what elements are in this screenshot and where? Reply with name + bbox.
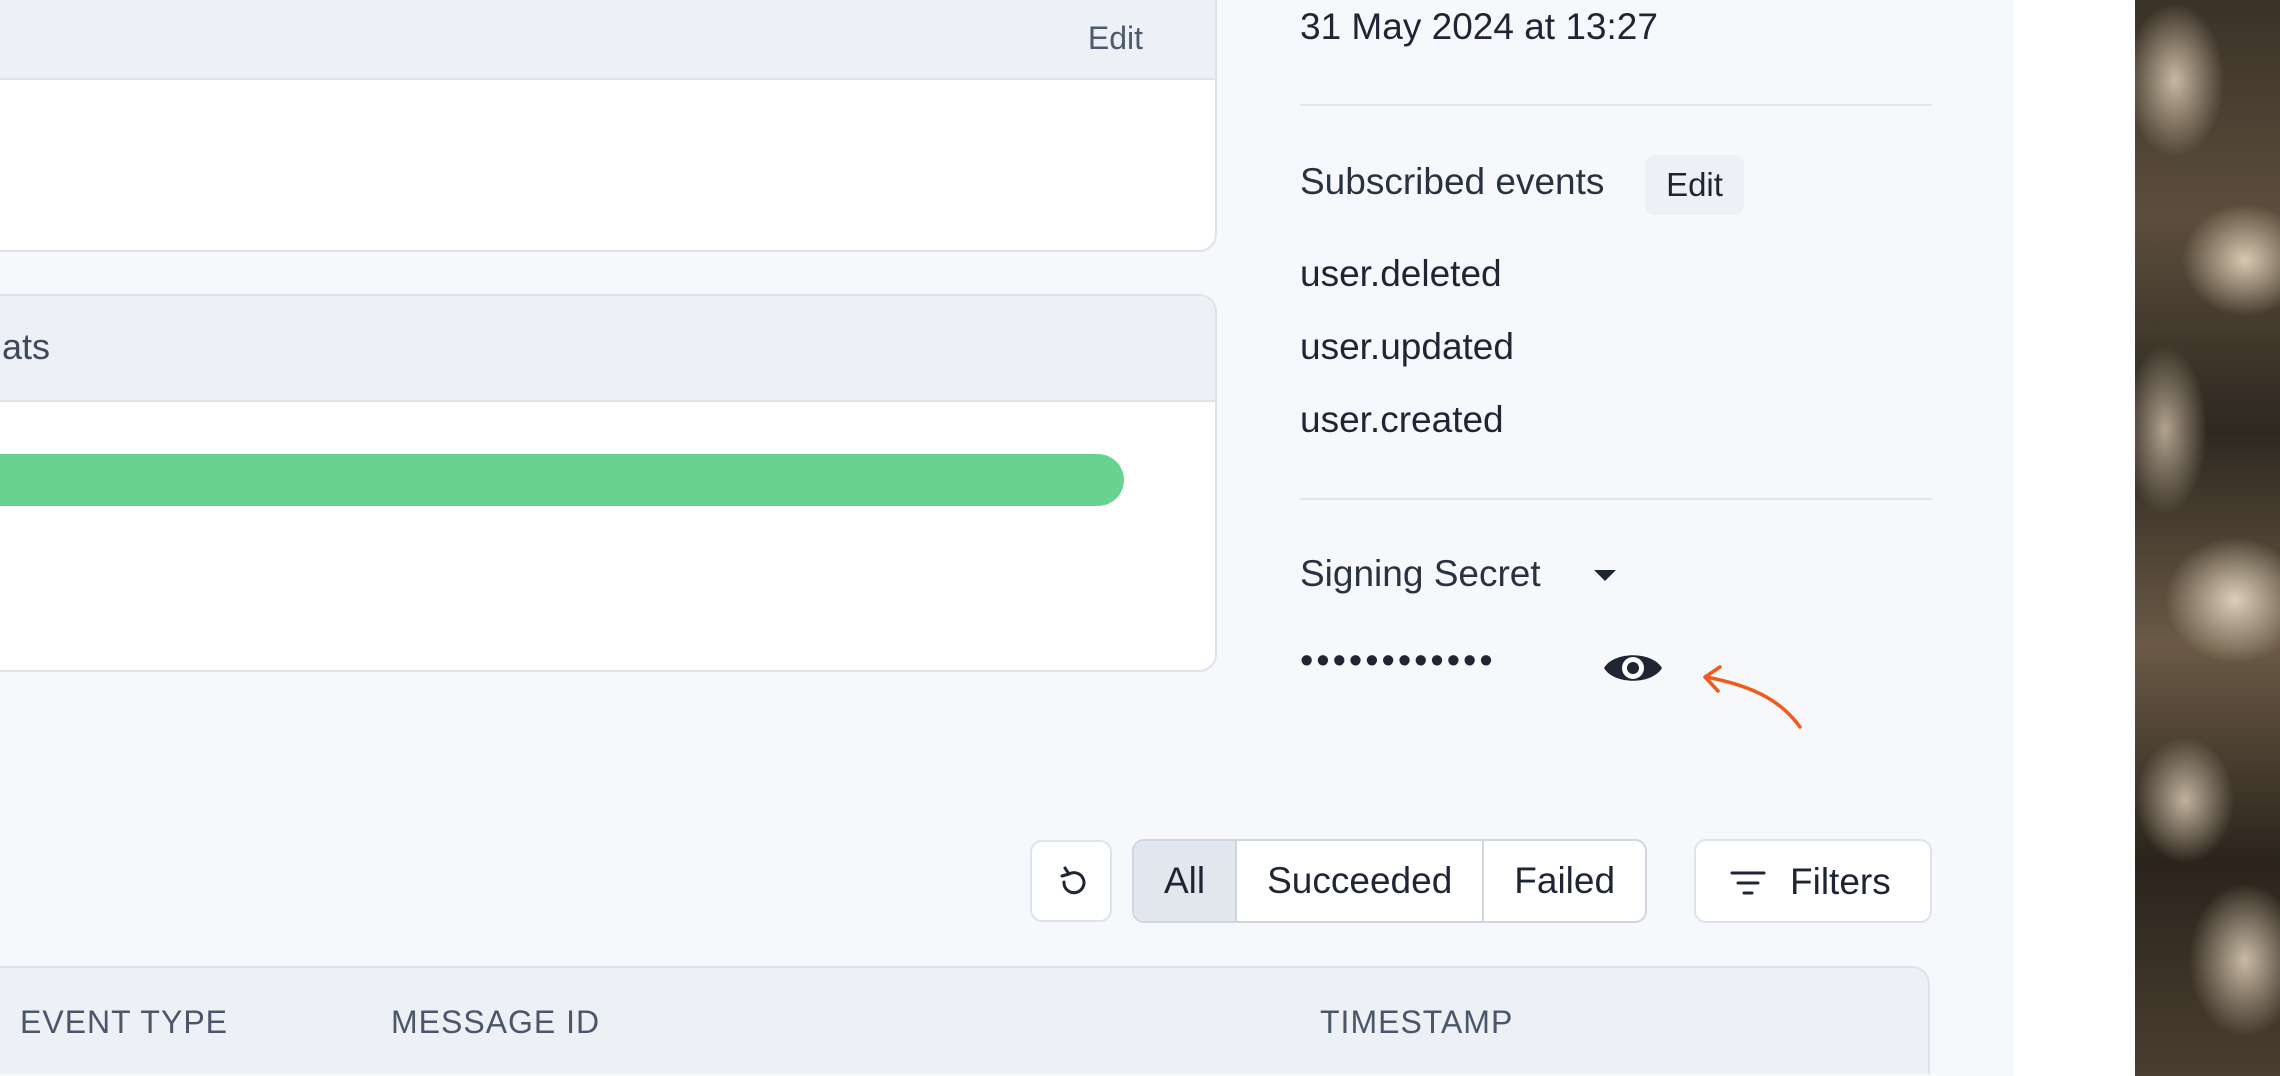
divider	[1300, 104, 1932, 106]
edit-details-link[interactable]: Edit	[1088, 20, 1143, 57]
endpoint-details-card: Edit	[0, 0, 1217, 252]
success-rate-bar	[0, 454, 1124, 506]
signing-secret-title[interactable]: Signing Secret	[1300, 553, 1541, 595]
tab-failed[interactable]: Failed	[1482, 841, 1645, 921]
filters-label: Filters	[1790, 861, 1891, 902]
success-rate-fill	[0, 454, 1124, 506]
eye-icon[interactable]	[1602, 645, 1664, 691]
arrow-annotation-icon	[1703, 665, 1802, 729]
filter-icon	[1730, 871, 1766, 895]
card-header: ats	[0, 296, 1215, 402]
divider	[1300, 498, 1932, 500]
status-filter-tabs: All Succeeded Failed	[1132, 839, 1648, 923]
app-window: Edit ats 31 May 2024 at 13:27 Subscribed…	[0, 0, 2014, 1076]
message-table-header: EVENT TYPE MESSAGE ID TIMESTAMP	[0, 966, 1930, 1074]
created-date: 31 May 2024 at 13:27	[1300, 6, 1658, 47]
card-header: Edit	[0, 0, 1215, 80]
caret-down-icon[interactable]	[1594, 570, 1616, 581]
column-header-event-type[interactable]: EVENT TYPE	[20, 1004, 228, 1041]
refresh-button[interactable]	[1030, 840, 1112, 922]
edit-events-button[interactable]: Edit	[1645, 155, 1744, 215]
filters-button[interactable]: Filters	[1694, 839, 1932, 923]
event-item: user.created	[1300, 399, 1504, 440]
column-header-message-id[interactable]: MESSAGE ID	[391, 1004, 600, 1041]
signing-secret-value: ••••••••••••	[1300, 640, 1496, 682]
background-photo	[2135, 0, 2280, 1076]
tab-succeeded[interactable]: Succeeded	[1235, 841, 1482, 921]
stats-card-title: ats	[2, 326, 51, 367]
event-item: user.updated	[1300, 326, 1514, 367]
event-item: user.deleted	[1300, 253, 1502, 294]
stats-card: ats	[0, 294, 1217, 672]
subscribed-events-title: Subscribed events	[1300, 161, 1605, 202]
refresh-icon	[1060, 866, 1086, 895]
column-header-timestamp[interactable]: TIMESTAMP	[1320, 1004, 1513, 1041]
tab-all[interactable]: All	[1134, 841, 1236, 921]
